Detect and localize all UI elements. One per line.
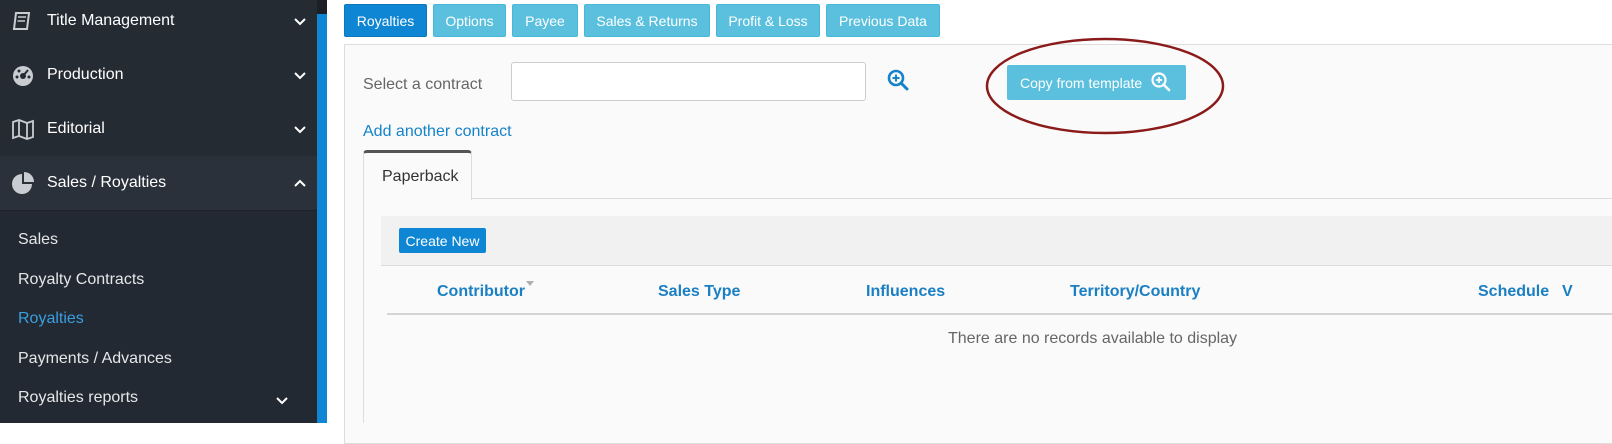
sidebar-item-label: Production bbox=[47, 66, 124, 83]
create-new-button[interactable]: Create New bbox=[399, 228, 486, 253]
grid-toolbar bbox=[381, 216, 1612, 266]
sidebar-subitem-payments-advances[interactable]: Payments / Advances bbox=[18, 350, 172, 368]
column-header-v[interactable]: V bbox=[1562, 283, 1573, 301]
tab-payee[interactable]: Payee bbox=[512, 4, 578, 37]
tab-options[interactable]: Options bbox=[433, 4, 506, 37]
column-header-contributor[interactable]: Contributor bbox=[437, 283, 525, 301]
pie-chart-icon bbox=[12, 172, 34, 194]
sidebar-subitem-royalty-contracts[interactable]: Royalty Contracts bbox=[18, 271, 144, 289]
tab-paperback[interactable]: Paperback bbox=[363, 150, 472, 200]
sidebar-item-label: Title Management bbox=[47, 12, 175, 29]
sidebar-accent-bar bbox=[317, 14, 327, 423]
tab-royalties[interactable]: Royalties bbox=[344, 4, 427, 37]
tab-previous-data[interactable]: Previous Data bbox=[826, 4, 940, 37]
tab-sales-returns[interactable]: Sales & Returns bbox=[584, 4, 710, 37]
sidebar: Title Management Production Editorial Sa… bbox=[0, 0, 317, 423]
chevron-down-icon bbox=[294, 18, 306, 26]
sidebar-subitem-sales[interactable]: Sales bbox=[18, 231, 58, 249]
add-another-contract-link[interactable]: Add another contract bbox=[363, 123, 512, 141]
annotation-ellipse bbox=[985, 37, 1225, 135]
column-header-influences[interactable]: Influences bbox=[866, 283, 945, 301]
tab-profit-loss[interactable]: Profit & Loss bbox=[716, 4, 820, 37]
sidebar-subitem-royalties-reports[interactable]: Royalties reports bbox=[18, 389, 138, 407]
table-header-divider bbox=[387, 313, 1612, 315]
column-header-sales-type[interactable]: Sales Type bbox=[658, 283, 740, 301]
empty-table-message: There are no records available to displa… bbox=[948, 330, 1238, 347]
search-contract-icon[interactable] bbox=[887, 69, 909, 91]
sidebar-item-label: Sales / Royalties bbox=[47, 174, 167, 191]
column-header-territory-country[interactable]: Territory/Country bbox=[1070, 283, 1200, 301]
sidebar-item-sales-royalties[interactable]: Sales / Royalties bbox=[0, 156, 317, 211]
contract-label: Select a contract bbox=[363, 76, 483, 93]
column-header-schedule[interactable]: Schedule bbox=[1478, 283, 1549, 301]
contract-input[interactable] bbox=[511, 62, 866, 101]
chevron-down-icon[interactable] bbox=[275, 393, 289, 407]
chevron-down-icon bbox=[294, 72, 306, 80]
sort-desc-icon bbox=[526, 281, 534, 286]
sidebar-subitem-royalties[interactable]: Royalties bbox=[18, 310, 84, 328]
sidebar-item-title-management[interactable]: Title Management bbox=[0, 0, 317, 49]
sidebar-item-production[interactable]: Production bbox=[0, 48, 317, 103]
tab-paperback-label: Paperback bbox=[382, 168, 459, 185]
dashboard-gauge-icon bbox=[13, 66, 33, 86]
chevron-up-icon bbox=[294, 179, 306, 187]
sidebar-item-editorial[interactable]: Editorial bbox=[0, 102, 317, 157]
map-icon bbox=[12, 119, 34, 140]
book-icon bbox=[12, 12, 31, 30]
sidebar-edge bbox=[317, 0, 327, 14]
chevron-down-icon bbox=[294, 126, 306, 134]
sidebar-item-label: Editorial bbox=[47, 120, 105, 137]
